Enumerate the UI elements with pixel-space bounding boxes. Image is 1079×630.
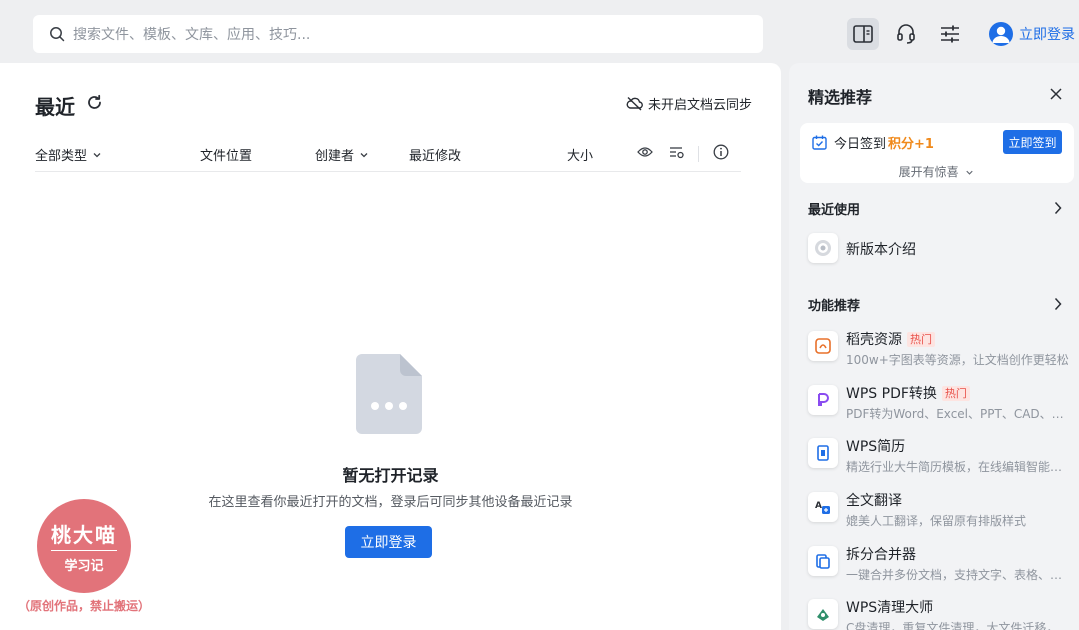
docer-resource-icon xyxy=(808,331,838,361)
headset-icon xyxy=(897,24,915,44)
empty-document-icon xyxy=(356,354,422,438)
feature-item[interactable]: WPS清理大师 C盘清理，重复文件清理，大文件迁移，清理 xyxy=(808,599,1073,630)
feature-name: 稻壳资源 热门 xyxy=(846,329,935,349)
info-icon xyxy=(713,144,729,160)
hot-badge: 热门 xyxy=(907,331,935,347)
feature-desc: 精选行业大牛简历模板，在线编辑智能排版 xyxy=(846,460,1073,474)
chevron-right-icon xyxy=(1054,297,1062,311)
search-placeholder: 搜索文件、模板、文库、应用、技巧... xyxy=(73,27,311,43)
translate-icon: A xyxy=(808,492,838,522)
type-filter[interactable]: 全部类型 xyxy=(35,145,103,164)
login-button[interactable]: 立即登录 xyxy=(345,526,432,558)
signin-button[interactable]: 立即签到 xyxy=(1003,130,1062,154)
close-icon xyxy=(1050,88,1062,100)
feature-item[interactable]: 稻壳资源 热门 100w+字图表等资源，让文档创作更轻松 xyxy=(808,331,1073,371)
hot-badge: 热门 xyxy=(941,385,970,401)
modified-column[interactable]: 最近修改 xyxy=(409,145,461,164)
chevron-down-icon xyxy=(966,170,974,175)
cloud-sync-label: 未开启文档云同步 xyxy=(648,98,753,113)
panel-layout-icon xyxy=(853,25,873,43)
empty-state-title: 暂无打开记录 xyxy=(342,466,439,485)
recommend-panel: 精选推荐 今日签到 积分+1 立即签到 展开有惊喜 最近使用 新版本介绍 功能推… xyxy=(789,63,1079,630)
watermark-sub: 学习记 xyxy=(64,558,104,574)
feature-name: WPS清理大师 xyxy=(846,597,933,617)
expand-surprise-label: 展开有惊喜 xyxy=(898,165,959,179)
avatar-icon xyxy=(989,22,1013,46)
top-login-label: 立即登录 xyxy=(1019,27,1075,43)
close-button[interactable] xyxy=(1049,86,1063,105)
feature-title: WPS清理大师 xyxy=(846,600,934,616)
side-panel-title: 精选推荐 xyxy=(808,88,873,107)
search-icon xyxy=(50,27,65,42)
release-notes-icon xyxy=(808,233,838,263)
refresh-button[interactable] xyxy=(86,94,103,115)
column-settings[interactable] xyxy=(669,144,685,164)
list-settings-icon xyxy=(670,147,684,159)
feature-item[interactable]: WPS PDF转换热门 PDF转为Word、Excel、PPT、CAD、拆分合并 xyxy=(808,385,1073,425)
search-bar[interactable]: 搜索文件、模板、文库、应用、技巧... xyxy=(33,15,763,53)
info-button[interactable] xyxy=(713,144,729,164)
signin-row: 今日签到 积分+1 xyxy=(812,133,934,152)
settings-button[interactable] xyxy=(934,18,966,50)
feature-item[interactable]: A 全文翻译 媲美人工翻译，保留原有排版样式 xyxy=(808,492,1073,532)
feature-more-button[interactable] xyxy=(1053,296,1063,315)
feature-title: WPS PDF转换 xyxy=(846,386,937,402)
cleaner-icon xyxy=(808,599,838,629)
recent-more-button[interactable] xyxy=(1053,200,1063,219)
top-bar: 搜索文件、模板、文库、应用、技巧... 立即登录 xyxy=(0,0,1079,63)
location-column[interactable]: 文件位置 xyxy=(200,145,252,164)
watermark-badge: 桃大喵 学习记 xyxy=(37,499,131,593)
cloud-sync-status[interactable]: 未开启文档云同步 xyxy=(626,94,752,113)
chevron-right-icon xyxy=(1054,201,1062,215)
feature-desc: C盘清理，重复文件清理，大文件迁移，清理 xyxy=(846,621,1073,630)
divider xyxy=(698,146,699,162)
feature-item[interactable]: 拆分合并器 一键合并多份文档，支持文字、表格、演示 xyxy=(808,546,1073,586)
creator-filter-label: 创建者 xyxy=(315,149,355,164)
feature-section-title: 功能推荐 xyxy=(808,299,861,314)
feature-desc: PDF转为Word、Excel、PPT、CAD、拆分合并 xyxy=(846,407,1073,421)
refresh-icon xyxy=(88,94,101,109)
feature-name: WPS PDF转换 热门 xyxy=(846,383,970,403)
chevron-down-icon xyxy=(360,152,368,157)
empty-state-description: 在这里查看你最近打开的文档，登录后可同步其他设备最近记录 xyxy=(208,495,573,510)
feature-name: WPS简历 xyxy=(846,436,905,456)
cloud-off-icon xyxy=(626,96,643,111)
sidebar-toggle-button[interactable] xyxy=(847,18,879,50)
creator-filter[interactable]: 创建者 xyxy=(315,145,370,164)
file-table-header: 全部类型 文件位置 创建者 最近修改 大小 xyxy=(35,144,741,172)
feature-item[interactable]: WPS简历 精选行业大牛简历模板，在线编辑智能排版 xyxy=(808,438,1073,478)
feature-title: WPS简历 xyxy=(846,439,906,455)
resume-icon xyxy=(808,438,838,468)
split-merge-icon xyxy=(808,546,838,576)
feature-desc: 100w+字图表等资源，让文档创作更轻松 xyxy=(846,353,1069,367)
svg-text:A: A xyxy=(815,501,822,511)
recent-item-name: 新版本介绍 xyxy=(846,242,916,258)
size-column[interactable]: 大小 xyxy=(567,145,593,164)
feature-desc: 媲美人工翻译，保留原有排版样式 xyxy=(846,514,1027,528)
recent-item[interactable]: 新版本介绍 xyxy=(808,233,1073,273)
recent-section-title: 最近使用 xyxy=(808,203,861,218)
signin-points: 积分+1 xyxy=(888,137,934,152)
calendar-check-icon xyxy=(812,135,827,150)
preview-toggle[interactable] xyxy=(637,144,653,164)
chevron-down-icon xyxy=(93,152,101,157)
feature-desc: 一键合并多份文档，支持文字、表格、演示 xyxy=(846,568,1073,582)
eye-icon xyxy=(637,147,653,157)
sliders-icon xyxy=(941,25,959,43)
page-title: 最近 xyxy=(35,95,75,119)
pdf-convert-icon xyxy=(808,385,838,415)
feature-title: 全文翻译 xyxy=(846,493,902,509)
watermark-name: 桃大喵 xyxy=(51,519,117,551)
feature-name: 拆分合并器 xyxy=(846,544,916,564)
feature-title: 拆分合并器 xyxy=(846,547,916,563)
expand-surprise[interactable]: 展开有惊喜 xyxy=(800,163,1074,180)
watermark-note: （原创作品，禁止搬运） xyxy=(18,599,151,613)
signin-label: 今日签到 xyxy=(834,137,887,152)
feature-name: 全文翻译 xyxy=(846,490,902,510)
type-filter-label: 全部类型 xyxy=(35,149,88,164)
feature-title: 稻壳资源 xyxy=(846,332,902,348)
daily-signin-card: 今日签到 积分+1 立即签到 展开有惊喜 xyxy=(800,123,1074,183)
support-button[interactable] xyxy=(890,18,922,50)
top-login-button[interactable]: 立即登录 xyxy=(989,22,1075,46)
